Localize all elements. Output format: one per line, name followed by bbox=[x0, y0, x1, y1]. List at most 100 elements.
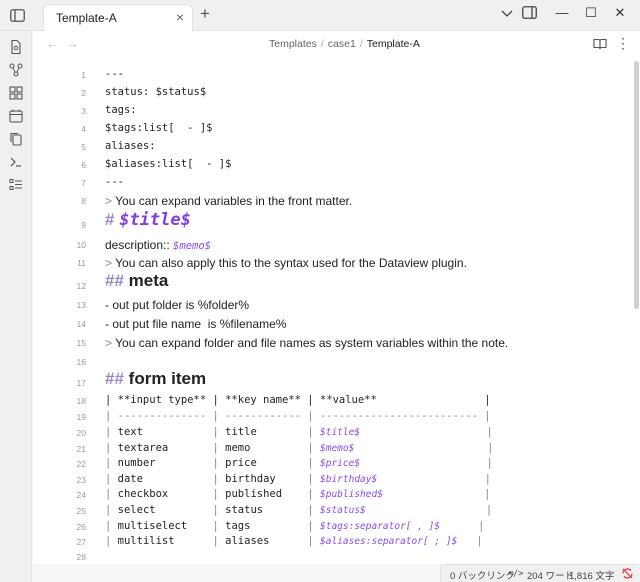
blockquote-line: > You can expand folder and file names a… bbox=[105, 336, 509, 350]
line-number: 10 bbox=[76, 240, 86, 250]
editor-line: 2 status: $status$ bbox=[33, 83, 631, 103]
table-row-text: | date | birthday | $birthday$ | bbox=[105, 472, 491, 485]
book-open-icon[interactable] bbox=[593, 37, 607, 50]
table-row-text: | textarea | memo | $memo$ | bbox=[105, 441, 494, 454]
cell-value: $price$ bbox=[320, 458, 361, 470]
table-header-line: | **input type** | **key name** | **valu… bbox=[105, 394, 491, 406]
new-tab-button[interactable]: + bbox=[200, 4, 210, 24]
cell-input-type: select bbox=[117, 504, 156, 516]
cell-input-type: multiselect bbox=[117, 519, 188, 532]
cell-value: $memo$ bbox=[320, 442, 355, 454]
line-text: $aliases:list[ - ]$ bbox=[105, 158, 232, 170]
cell-value: $aliases:separator[ ; ]$ bbox=[320, 536, 458, 548]
cell-input-type: checkbox bbox=[117, 488, 169, 501]
cell-value: $published$ bbox=[320, 489, 383, 501]
scroll-thumb[interactable] bbox=[634, 61, 639, 309]
title-bar: Template-A × + — ☐ ✕ bbox=[0, 0, 640, 31]
close-window-button[interactable]: ✕ bbox=[607, 5, 633, 21]
dataview-line: description:: $memo$ bbox=[105, 238, 211, 252]
blockquote-line: > You can expand variables in the front … bbox=[105, 194, 353, 208]
line-number: 5 bbox=[81, 142, 86, 152]
char-count: 1,816 文字 bbox=[569, 571, 615, 582]
copy-icon[interactable] bbox=[8, 131, 24, 147]
word-count: 204 ワード bbox=[527, 571, 574, 582]
line-text: - out put file name is %filename% bbox=[105, 317, 287, 331]
breadcrumb-templates[interactable]: Templates bbox=[269, 38, 317, 50]
breadcrumb-current[interactable]: Template-A bbox=[367, 38, 420, 50]
cell-value: $status$ bbox=[320, 505, 366, 516]
right-sidebar-toggle-icon[interactable] bbox=[516, 6, 542, 22]
forward-arrow-icon[interactable]: → bbox=[66, 36, 79, 51]
cell-key-name: tags bbox=[225, 519, 251, 532]
view-header: ← → Templates / case1/Template-A ⋮ bbox=[33, 31, 640, 57]
line-number: 13 bbox=[76, 300, 86, 310]
editor-line: 17 ## form item bbox=[33, 369, 631, 393]
breadcrumb-sep: / bbox=[359, 38, 363, 50]
line-number: 16 bbox=[76, 357, 86, 367]
table-row-text: | multiselect | tags | $tags:separator[ … bbox=[105, 519, 485, 532]
backlinks-count[interactable]: 0 バックリンク bbox=[450, 568, 515, 582]
calendar-icon[interactable] bbox=[8, 108, 24, 124]
line-number: 25 bbox=[76, 506, 86, 516]
code-icon[interactable]: </> bbox=[508, 569, 523, 579]
editor-line: 9 # $title$ bbox=[33, 210, 631, 236]
line-number: 12 bbox=[76, 281, 86, 291]
scrollbar[interactable] bbox=[634, 61, 639, 564]
table-row-text: | checkbox | published | $published$ | bbox=[105, 488, 491, 501]
line-text: status: $status$ bbox=[105, 86, 207, 98]
cell-key-name: birthday bbox=[225, 472, 276, 485]
line-number: 7 bbox=[81, 178, 86, 188]
line-number: 4 bbox=[81, 124, 86, 134]
editor-pane: ← → Templates / case1/Template-A ⋮ 1 --- 2s… bbox=[33, 31, 640, 564]
line-number: 3 bbox=[81, 106, 86, 116]
graph-icon[interactable] bbox=[8, 62, 24, 78]
cell-input-type: date bbox=[117, 472, 143, 485]
breadcrumb: Templates / case1/Template-A bbox=[269, 38, 420, 50]
line-number: 22 bbox=[76, 459, 86, 470]
back-arrow-icon[interactable]: ← bbox=[46, 36, 59, 51]
cell-key-name: title bbox=[225, 426, 257, 438]
checklist-icon[interactable] bbox=[8, 177, 24, 193]
line-text: - out put folder is %folder% bbox=[105, 298, 250, 312]
breadcrumb-sep: / bbox=[320, 38, 324, 50]
editor-line: 13 - out put folder is %folder% bbox=[33, 295, 631, 315]
breadcrumb-case1[interactable]: case1 bbox=[328, 38, 356, 50]
heading-form-item: ## form item bbox=[105, 369, 207, 388]
close-icon[interactable]: × bbox=[176, 9, 184, 25]
line-number: 27 bbox=[76, 537, 86, 548]
line-text: tags: bbox=[105, 104, 137, 116]
tab-template-a[interactable]: Template-A × bbox=[43, 4, 193, 31]
line-number: 20 bbox=[76, 428, 86, 438]
more-options-icon[interactable]: ⋮ bbox=[616, 35, 630, 52]
table-row-text: | select | status | $status$ | bbox=[105, 504, 493, 516]
sync-error-icon[interactable] bbox=[621, 567, 634, 582]
line-number: 21 bbox=[76, 443, 86, 454]
line-number: 9 bbox=[81, 220, 86, 230]
maximize-button[interactable]: ☐ bbox=[578, 5, 604, 21]
line-number: 28 bbox=[76, 552, 86, 562]
heading-title: # $title$ bbox=[105, 210, 191, 230]
cell-value: $birthday$ bbox=[320, 473, 378, 485]
minimize-button[interactable]: — bbox=[549, 5, 575, 20]
cell-input-type: number bbox=[117, 457, 156, 470]
editor-line: 4 $tags:list[ - ]$ bbox=[33, 119, 631, 139]
editor-line: 1 --- bbox=[33, 65, 631, 85]
line-number: 17 bbox=[76, 378, 86, 388]
file-search-icon[interactable] bbox=[8, 39, 24, 55]
cell-key-name: published bbox=[225, 488, 283, 501]
line-number: 14 bbox=[76, 319, 86, 329]
editor-line: 3 tags: bbox=[33, 101, 631, 121]
cell-input-type: multilist bbox=[117, 535, 175, 548]
sidebar-toggle-icon[interactable] bbox=[6, 5, 28, 25]
cell-key-name: memo bbox=[225, 441, 251, 454]
markdown-editor[interactable]: 1 --- 2 status: $status$ 3 tags: 4 $tags:lis… bbox=[33, 61, 631, 564]
table-row-text: | text | title | $title$ | bbox=[105, 426, 493, 438]
editor-line: 10 description:: $memo$ bbox=[33, 235, 631, 255]
terminal-icon[interactable] bbox=[8, 154, 24, 170]
cell-key-name: status bbox=[225, 504, 264, 516]
editor-line: 12 ## meta bbox=[33, 271, 631, 297]
editor-line: 28 bbox=[33, 547, 631, 564]
cell-input-type: textarea bbox=[117, 441, 169, 454]
tab-label: Template-A bbox=[56, 11, 117, 25]
grid-icon[interactable] bbox=[8, 85, 24, 101]
